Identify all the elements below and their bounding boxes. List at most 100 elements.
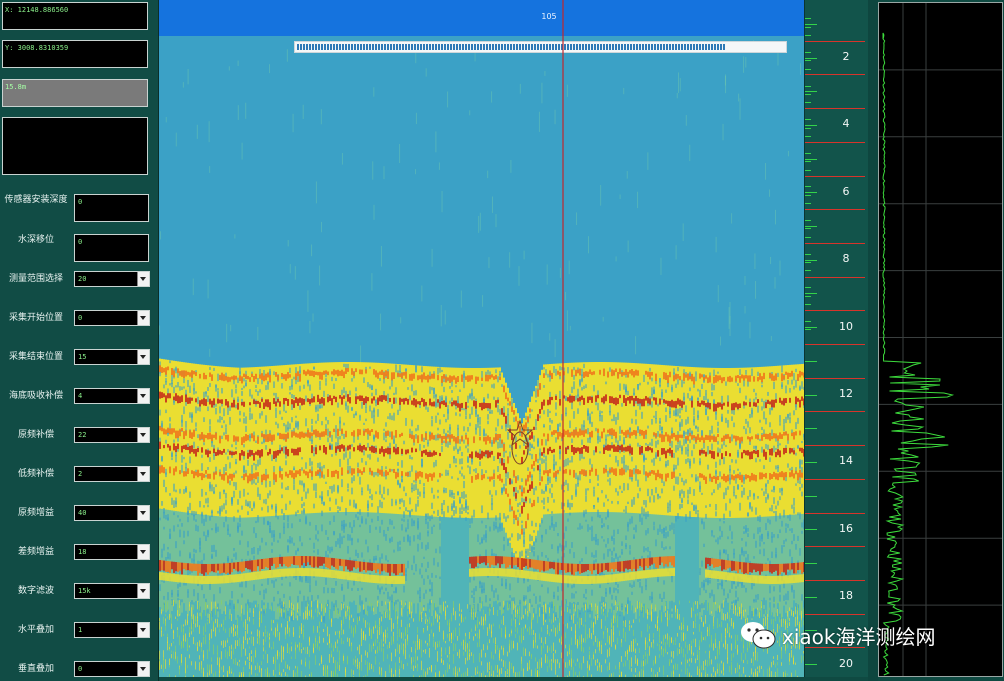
param-select[interactable]: 0 (74, 310, 150, 326)
wechat-icon (741, 622, 776, 649)
param-select[interactable]: 22 (74, 427, 150, 443)
panel-divider (868, 0, 878, 681)
depth-readout: 15.8m (2, 79, 148, 107)
waveform-panel (878, 2, 1003, 677)
waveform-canvas (879, 3, 1002, 676)
param-value: 0 (78, 314, 83, 322)
param-select[interactable]: 20 (74, 271, 150, 287)
param-select[interactable]: 2 (74, 466, 150, 482)
status-display (2, 117, 148, 175)
minor-tick (805, 152, 811, 154)
minor-tick (805, 236, 811, 238)
param-label: 原频增益 (17, 508, 54, 518)
param-select[interactable]: 15k (74, 583, 150, 599)
major-tick (805, 40, 865, 42)
marker-star-icon (506, 419, 534, 447)
minor-tick (805, 360, 817, 362)
dropdown-arrow-icon[interactable] (137, 623, 149, 637)
major-tick (805, 546, 865, 548)
param-label: 海底吸收补偿 (8, 391, 63, 401)
depth-label: 12 (839, 387, 853, 400)
minor-tick (805, 91, 817, 93)
dropdown-arrow-icon[interactable] (137, 662, 149, 676)
minor-tick (805, 26, 811, 28)
minor-tick (805, 287, 811, 289)
param-select[interactable]: 40 (74, 505, 150, 521)
minor-tick (805, 270, 811, 272)
minor-tick (805, 295, 811, 297)
param-label: 传感器安装深度 (4, 195, 68, 205)
waveform-trace (882, 32, 955, 676)
param-value: 22 (78, 431, 87, 439)
dropdown-arrow-icon[interactable] (137, 467, 149, 481)
param-value: 1 (78, 626, 83, 634)
depth-label: 10 (839, 319, 853, 333)
major-tick (805, 344, 865, 345)
minor-tick (805, 127, 811, 129)
minor-tick (805, 259, 817, 261)
param-value: 2 (78, 470, 83, 478)
dropdown-arrow-icon[interactable] (137, 506, 149, 520)
minor-tick (805, 563, 817, 565)
param-select[interactable]: 15 (74, 349, 150, 365)
minor-tick (805, 94, 811, 95)
minor-tick (805, 461, 817, 463)
major-tick (805, 108, 865, 110)
depth-label: 4 (842, 117, 850, 131)
minor-tick (805, 220, 811, 221)
major-tick (805, 310, 865, 312)
minor-tick (805, 253, 811, 255)
dropdown-arrow-icon[interactable] (137, 272, 149, 286)
minor-tick (805, 203, 811, 205)
minor-tick (805, 124, 817, 126)
x-coordinate-readout: X: 12148.886560 (2, 2, 148, 30)
minor-tick (805, 194, 811, 196)
param-value: 4 (78, 392, 83, 400)
param-label: 低频补偿 (17, 469, 54, 479)
major-tick (805, 74, 865, 76)
major-tick (805, 613, 865, 615)
dropdown-arrow-icon[interactable] (137, 350, 149, 364)
minor-tick (805, 23, 817, 25)
minor-tick (805, 68, 811, 70)
minor-tick (805, 226, 817, 228)
dropdown-arrow-icon[interactable] (137, 389, 149, 403)
param-label: 采集开始位置 (8, 313, 63, 323)
param-select[interactable]: 0 (74, 661, 150, 677)
echogram-view[interactable]: 105 (159, 0, 804, 677)
minor-tick (805, 136, 811, 137)
minor-tick (805, 102, 811, 104)
dropdown-arrow-icon[interactable] (137, 545, 149, 559)
depth-label: 20 (839, 656, 853, 670)
major-tick (805, 242, 865, 244)
depth-label: 8 (842, 252, 850, 266)
dropdown-arrow-icon[interactable] (137, 428, 149, 442)
param-value: 0 (78, 198, 83, 206)
param-value: 40 (78, 509, 87, 517)
major-tick (805, 175, 865, 177)
dropdown-arrow-icon[interactable] (137, 584, 149, 598)
param-label: 数字滤波 (17, 586, 54, 596)
major-tick (805, 512, 865, 514)
param-input[interactable]: 0 (74, 234, 149, 262)
depth-label: 6 (842, 184, 850, 198)
minor-tick (805, 35, 811, 37)
param-select[interactable]: 18 (74, 544, 150, 560)
param-input[interactable]: 0 (74, 194, 149, 222)
minor-tick (805, 57, 817, 59)
cursor-overlay (506, 0, 564, 677)
marker-ellipse (511, 431, 529, 465)
major-tick (805, 209, 865, 211)
param-value: 18 (78, 548, 87, 556)
minor-tick (805, 664, 817, 666)
param-select[interactable]: 1 (74, 622, 150, 638)
watermark-text: xiaok海洋测绘网 (782, 624, 936, 649)
minor-tick (805, 495, 817, 497)
minor-tick (805, 329, 811, 331)
depth-label: 16 (839, 521, 853, 535)
minor-tick (805, 60, 811, 62)
param-select[interactable]: 4 (74, 388, 150, 404)
dropdown-arrow-icon[interactable] (137, 311, 149, 325)
minor-tick (805, 394, 817, 396)
major-tick (805, 276, 865, 278)
